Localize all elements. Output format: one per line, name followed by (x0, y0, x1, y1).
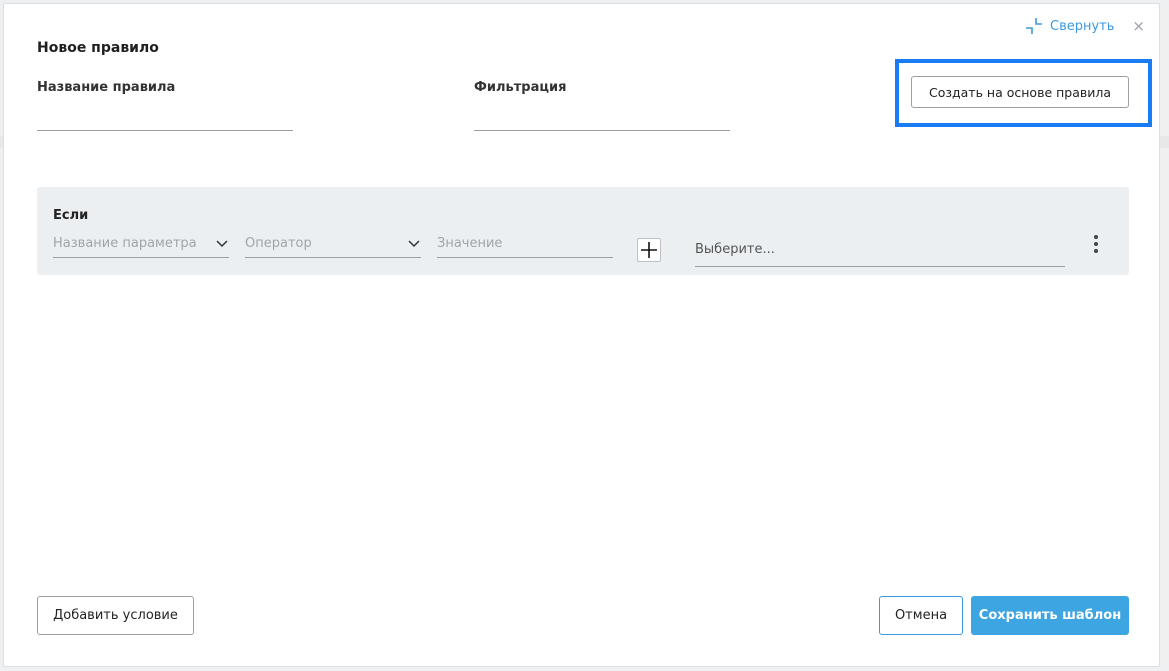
create-based-on-rule-button[interactable]: Создать на основе правила (911, 76, 1129, 108)
add-value-button[interactable] (637, 238, 661, 262)
collapse-label: Свернуть (1050, 18, 1115, 34)
modal-topbar: Свернуть × (1024, 16, 1145, 36)
kebab-dot (1094, 249, 1098, 253)
parameter-name-select[interactable]: Название параметра (53, 229, 229, 258)
kebab-menu-icon[interactable] (1089, 233, 1103, 255)
plus-icon (641, 242, 657, 258)
rule-name-label: Название правила (37, 80, 176, 95)
add-condition-button[interactable]: Добавить условие (37, 596, 194, 635)
filter-input[interactable] (474, 103, 730, 131)
action-placeholder: Выберите... (695, 242, 775, 257)
chevron-down-icon (408, 240, 420, 248)
chevron-down-icon (216, 240, 228, 248)
value-input[interactable] (437, 229, 613, 258)
kebab-dot (1094, 235, 1098, 239)
modal-title: Новое правило (37, 40, 159, 56)
operator-placeholder: Оператор (245, 235, 312, 251)
new-rule-modal: Свернуть × Новое правило Название правил… (3, 3, 1160, 667)
action-select[interactable]: Выберите... (695, 233, 1065, 267)
cancel-button[interactable]: Отмена (879, 596, 963, 635)
condition-panel: Если Название параметра Оператор Выберит… (37, 187, 1129, 275)
rule-name-input[interactable] (37, 103, 293, 131)
collapse-button[interactable]: Свернуть (1024, 16, 1114, 36)
collapse-arrows-icon (1026, 18, 1042, 34)
kebab-dot (1094, 242, 1098, 246)
filter-label: Фильтрация (474, 80, 567, 95)
operator-select[interactable]: Оператор (245, 229, 421, 258)
save-template-button[interactable]: Сохранить шаблон (971, 596, 1129, 635)
parameter-name-placeholder: Название параметра (53, 235, 197, 251)
condition-if-label: Если (53, 208, 89, 223)
close-icon[interactable]: × (1132, 18, 1145, 34)
